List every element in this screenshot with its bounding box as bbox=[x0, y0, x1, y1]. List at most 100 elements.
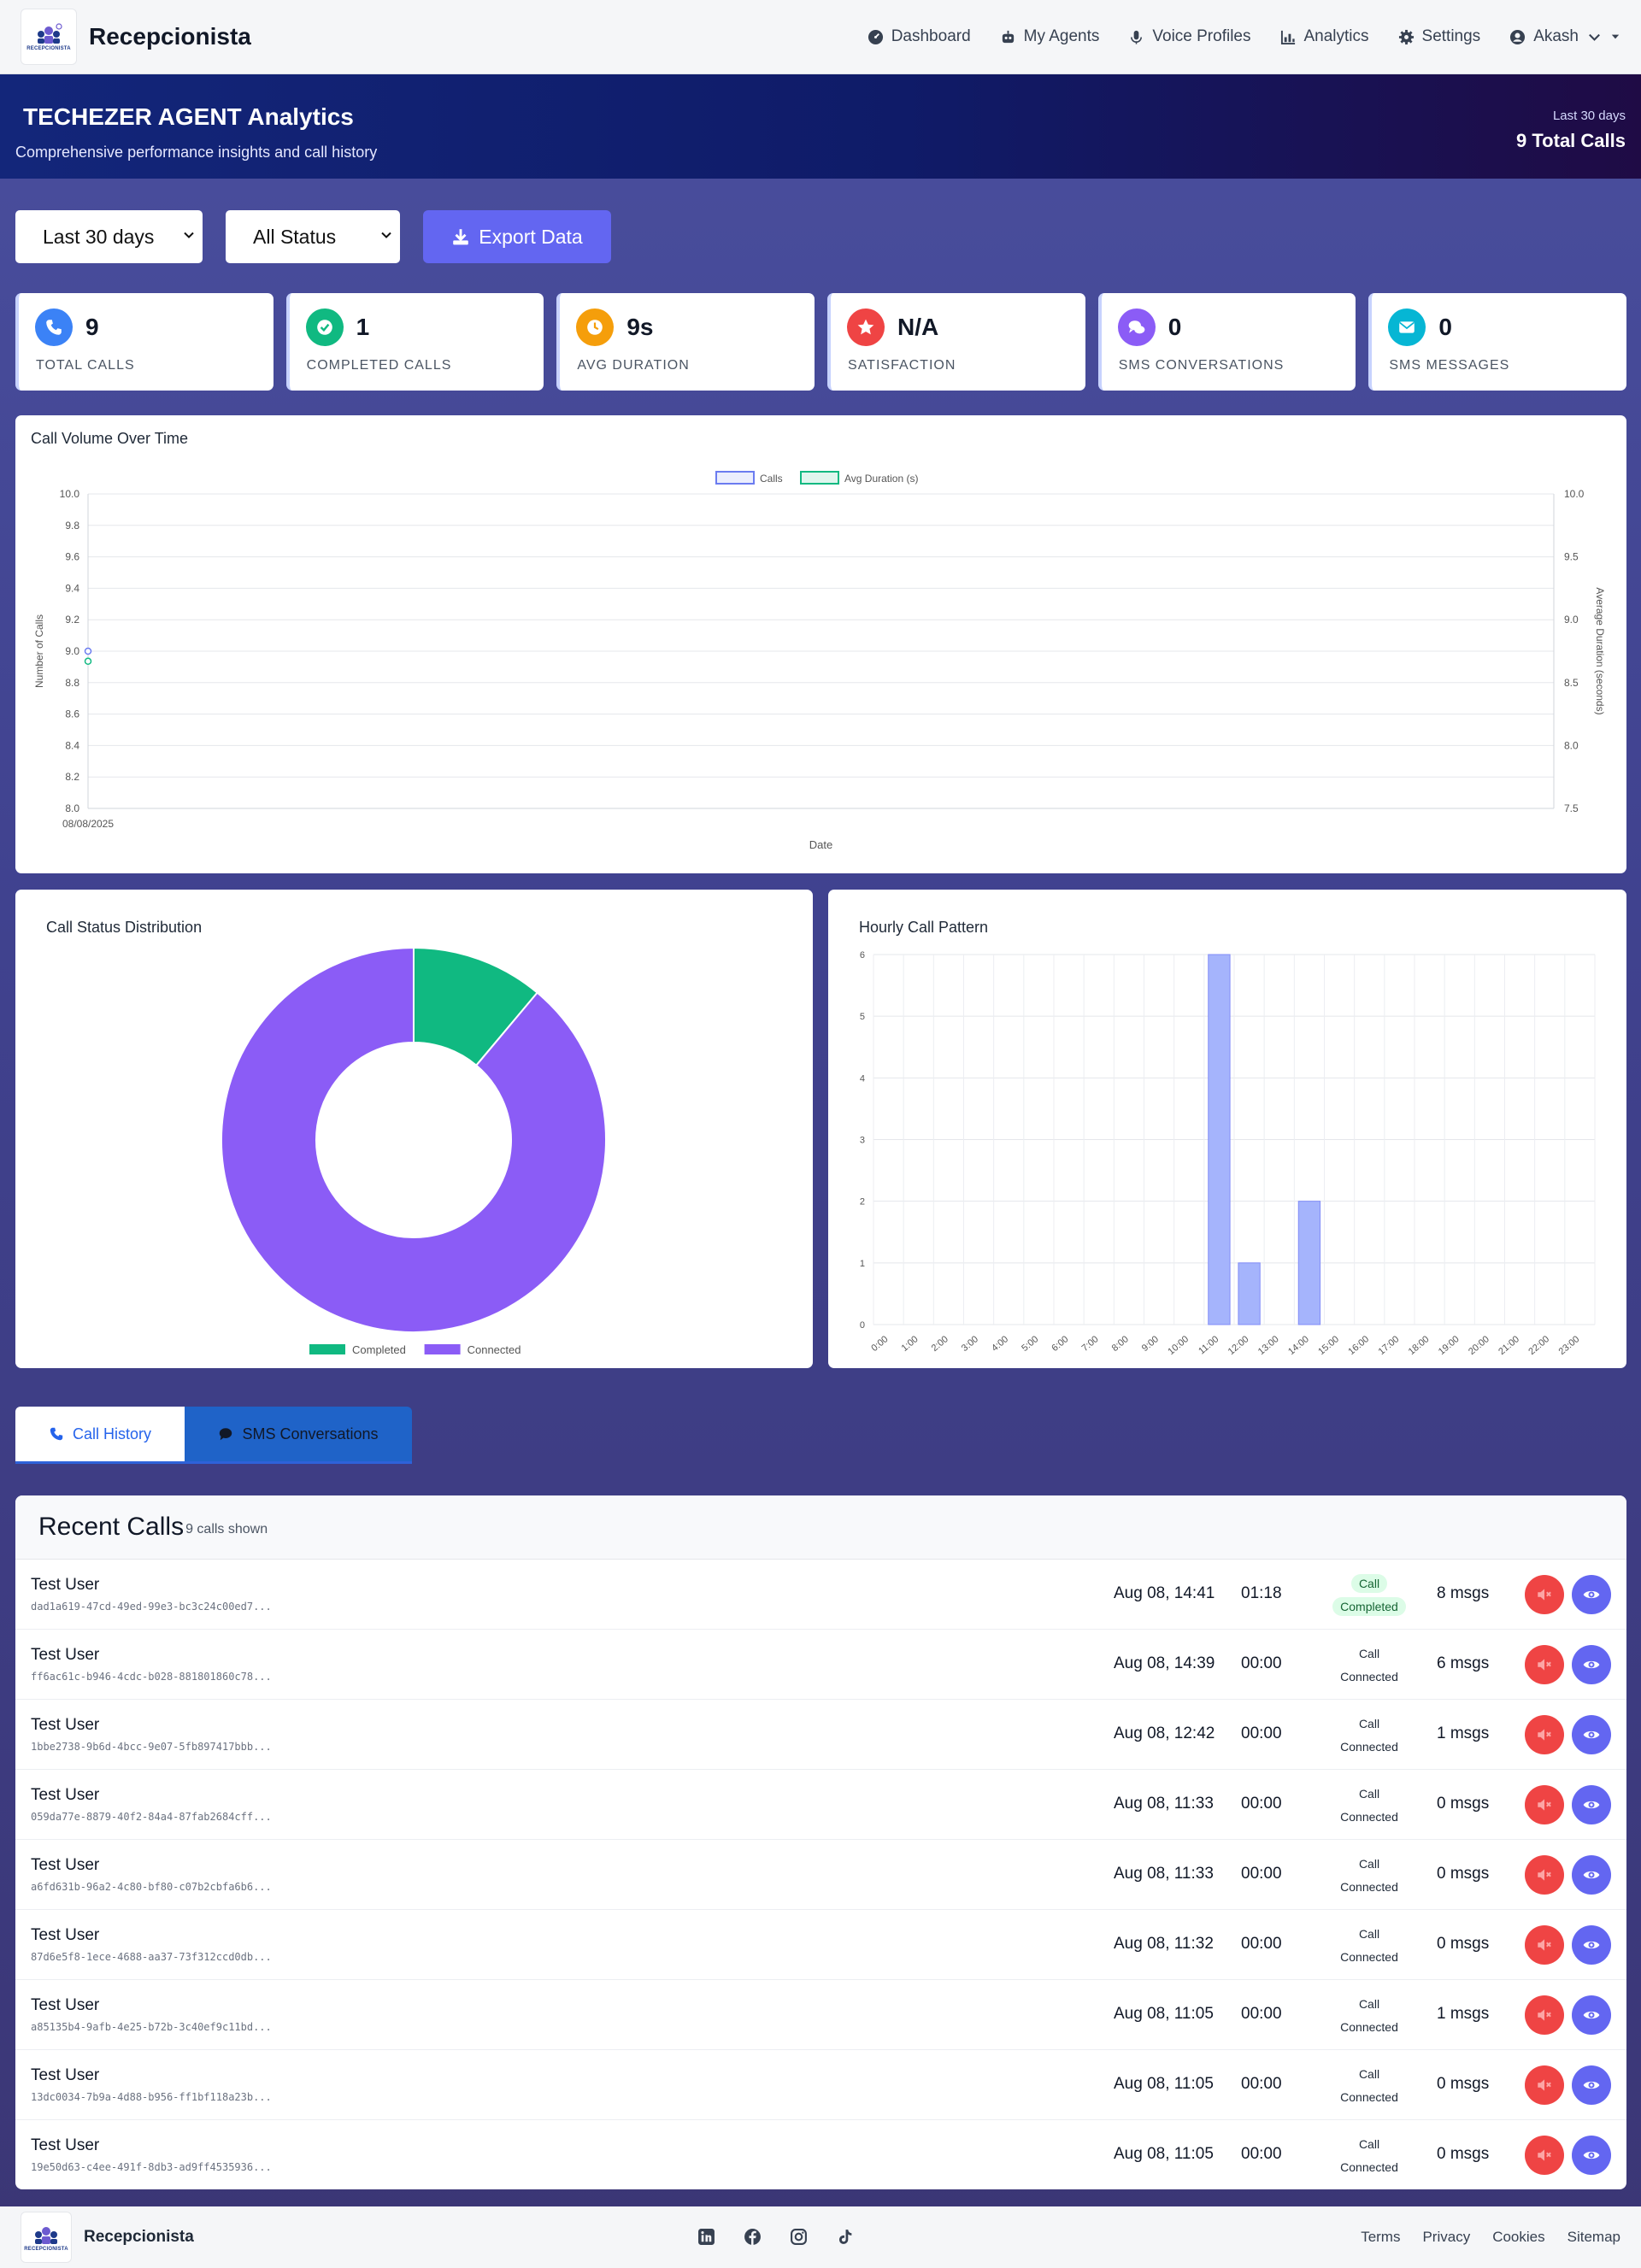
view-call-button[interactable] bbox=[1572, 1925, 1611, 1965]
hourly-pattern-chart: 6 5 4 3 2 1 0 0:00 1:00 2:00 3:00 4:00 5:00 6:00 7:00 8… bbox=[860, 950, 1596, 1357]
chat-bubbles-icon bbox=[1128, 320, 1145, 334]
nav-my-agents[interactable]: My Agents bbox=[1000, 27, 1099, 46]
nav-voice-profiles[interactable]: Voice Profiles bbox=[1128, 27, 1251, 46]
stat-icon-wrap bbox=[35, 308, 73, 346]
footer-link-privacy[interactable]: Privacy bbox=[1422, 2229, 1470, 2246]
call-id: dad1a619-47cd-49ed-99e3-bc3c24c00ed7... bbox=[31, 1601, 272, 1613]
tiktok-icon[interactable] bbox=[836, 2228, 854, 2246]
download-icon bbox=[453, 229, 469, 245]
legend-label: Completed bbox=[352, 1343, 406, 1356]
x-tick-label: 12:00 bbox=[1226, 1334, 1251, 1357]
legend-swatch bbox=[309, 1344, 345, 1354]
status-select-value: All Status bbox=[253, 225, 337, 248]
status-select[interactable]: All Status bbox=[226, 210, 400, 263]
view-call-button[interactable] bbox=[1572, 1645, 1611, 1684]
status-badge: Call Connected bbox=[1329, 2133, 1409, 2179]
y-tick-label: 1 bbox=[860, 1259, 865, 1269]
caller-name: Test User bbox=[31, 1716, 100, 1734]
mute-button[interactable] bbox=[1525, 1785, 1564, 1824]
nav-analytics[interactable]: Analytics bbox=[1280, 27, 1369, 46]
view-call-button[interactable] bbox=[1572, 1855, 1611, 1895]
mute-button[interactable] bbox=[1525, 1575, 1564, 1614]
y-axis-title: Number of Calls bbox=[33, 614, 45, 688]
status-badge-bottom: Connected bbox=[1340, 1810, 1398, 1824]
eye-icon bbox=[1583, 1730, 1600, 1739]
footer-link-terms[interactable]: Terms bbox=[1361, 2229, 1400, 2246]
page-subtitle: Comprehensive performance insights and c… bbox=[15, 144, 378, 161]
brand-name[interactable]: Recepcionista bbox=[89, 23, 251, 50]
mute-icon bbox=[1538, 2009, 1551, 2021]
table-row[interactable]: Test User 13dc0034-7b9a-4d88-b956-ff1bf11… bbox=[15, 2050, 1626, 2120]
stat-avg-duration: 9s AVG DURATION bbox=[556, 293, 815, 391]
x-tick-label: 17:00 bbox=[1377, 1334, 1402, 1357]
view-call-button[interactable] bbox=[1572, 2136, 1611, 2175]
check-circle-icon bbox=[316, 320, 332, 335]
mute-button[interactable] bbox=[1525, 1925, 1564, 1965]
table-row[interactable]: Test User 1bbe2738-9b6d-4bcc-9e07-5fb8974… bbox=[15, 1700, 1626, 1770]
mute-icon bbox=[1538, 1939, 1551, 1951]
footer-link-cookies[interactable]: Cookies bbox=[1492, 2229, 1544, 2246]
stats-row: 9 TOTAL CALLS 1 COMPLETED CALLS 9s AVG D… bbox=[15, 293, 1627, 391]
export-data-button[interactable]: Export Data bbox=[423, 210, 611, 263]
legend-label: Calls bbox=[760, 473, 783, 485]
table-row[interactable]: Test User a85135b4-9afb-4e25-b72b-3c40ef9… bbox=[15, 1980, 1626, 2050]
footer-logo[interactable]: RECEPCIONISTA bbox=[21, 2212, 72, 2263]
footer-link-sitemap[interactable]: Sitemap bbox=[1567, 2229, 1620, 2246]
status-badge-bottom: Connected bbox=[1340, 1880, 1398, 1894]
mute-button[interactable] bbox=[1525, 1995, 1564, 2035]
mute-button[interactable] bbox=[1525, 2065, 1564, 2105]
caller-name: Test User bbox=[31, 2066, 100, 2084]
nav-user-label: Akash bbox=[1533, 27, 1579, 45]
y-tick-label: 9.2 bbox=[65, 614, 79, 626]
table-row[interactable]: Test User 19e50d63-c4ee-491f-8db3-ad9ff45… bbox=[15, 2120, 1626, 2189]
stat-label: SMS MESSAGES bbox=[1389, 358, 1510, 373]
stat-satisfaction: N/A SATISFACTION bbox=[827, 293, 1085, 391]
recent-calls-header: Recent Calls 9 calls shown bbox=[15, 1495, 1626, 1560]
table-row[interactable]: Test User 87d6e5f8-1ece-4688-aa37-73f312c… bbox=[15, 1910, 1626, 1980]
mute-button[interactable] bbox=[1525, 1715, 1564, 1754]
table-row[interactable]: Test User 059da77e-8879-40f2-84a4-87fab26… bbox=[15, 1770, 1626, 1840]
stat-icon-wrap bbox=[1388, 308, 1426, 346]
eye-icon bbox=[1583, 1590, 1600, 1599]
facebook-icon[interactable] bbox=[744, 2228, 762, 2246]
y-tick-label: 6 bbox=[860, 950, 865, 961]
mute-button[interactable] bbox=[1525, 2136, 1564, 2175]
x-axis-title: Date bbox=[809, 838, 832, 851]
eye-icon bbox=[1583, 1660, 1600, 1669]
tab-sms-conversations[interactable]: SMS Conversations bbox=[185, 1407, 412, 1461]
period-select[interactable]: Last 30 days bbox=[15, 210, 203, 263]
stat-value: 0 bbox=[1438, 314, 1452, 340]
nav-dashboard[interactable]: Dashboard bbox=[868, 27, 971, 46]
mute-icon bbox=[1538, 1659, 1551, 1671]
y2-axis-title: Average Duration (seconds) bbox=[1594, 587, 1606, 714]
x-tick-label: 5:00 bbox=[1020, 1334, 1040, 1354]
y-tick-label: 2 bbox=[860, 1197, 865, 1207]
table-row[interactable]: Test User a6fd631b-96a2-4c80-bf80-c07b2cb… bbox=[15, 1840, 1626, 1910]
x-tick-label: 14:00 bbox=[1286, 1334, 1311, 1357]
view-call-button[interactable] bbox=[1572, 2065, 1611, 2105]
mute-button[interactable] bbox=[1525, 1855, 1564, 1895]
brand-logo[interactable]: RECEPCIONISTA bbox=[21, 9, 77, 65]
filters-bar: Last 30 days All Status Export Data bbox=[15, 210, 611, 263]
mute-button[interactable] bbox=[1525, 1645, 1564, 1684]
table-row[interactable]: Test User ff6ac61c-b946-4cdc-b028-8818018… bbox=[15, 1630, 1626, 1700]
call-duration: 00:00 bbox=[1241, 1654, 1282, 1672]
linkedin-icon[interactable] bbox=[697, 2228, 715, 2246]
view-call-button[interactable] bbox=[1572, 1575, 1611, 1614]
view-call-button[interactable] bbox=[1572, 1715, 1611, 1754]
view-call-button[interactable] bbox=[1572, 1785, 1611, 1824]
header-summary: Last 30 days 9 Total Calls bbox=[1516, 109, 1626, 152]
nav-user-menu[interactable]: Akash bbox=[1509, 27, 1620, 46]
eye-icon bbox=[1583, 1941, 1600, 1949]
caller-name: Test User bbox=[31, 1926, 100, 1944]
status-distribution-card: Call Status Distribution Completed Connec… bbox=[15, 890, 813, 1368]
status-badge: Call Connected bbox=[1329, 1713, 1409, 1759]
phone-icon bbox=[50, 1427, 63, 1441]
view-call-button[interactable] bbox=[1572, 1995, 1611, 2035]
y-tick-label: 9.8 bbox=[65, 520, 79, 532]
tab-call-history[interactable]: Call History bbox=[15, 1407, 185, 1461]
table-row[interactable]: Test User dad1a619-47cd-49ed-99e3-bc3c24c… bbox=[15, 1560, 1626, 1630]
nav-settings[interactable]: Settings bbox=[1398, 27, 1480, 46]
y2-tick-label: 9.0 bbox=[1564, 614, 1579, 626]
instagram-icon[interactable] bbox=[790, 2228, 808, 2246]
